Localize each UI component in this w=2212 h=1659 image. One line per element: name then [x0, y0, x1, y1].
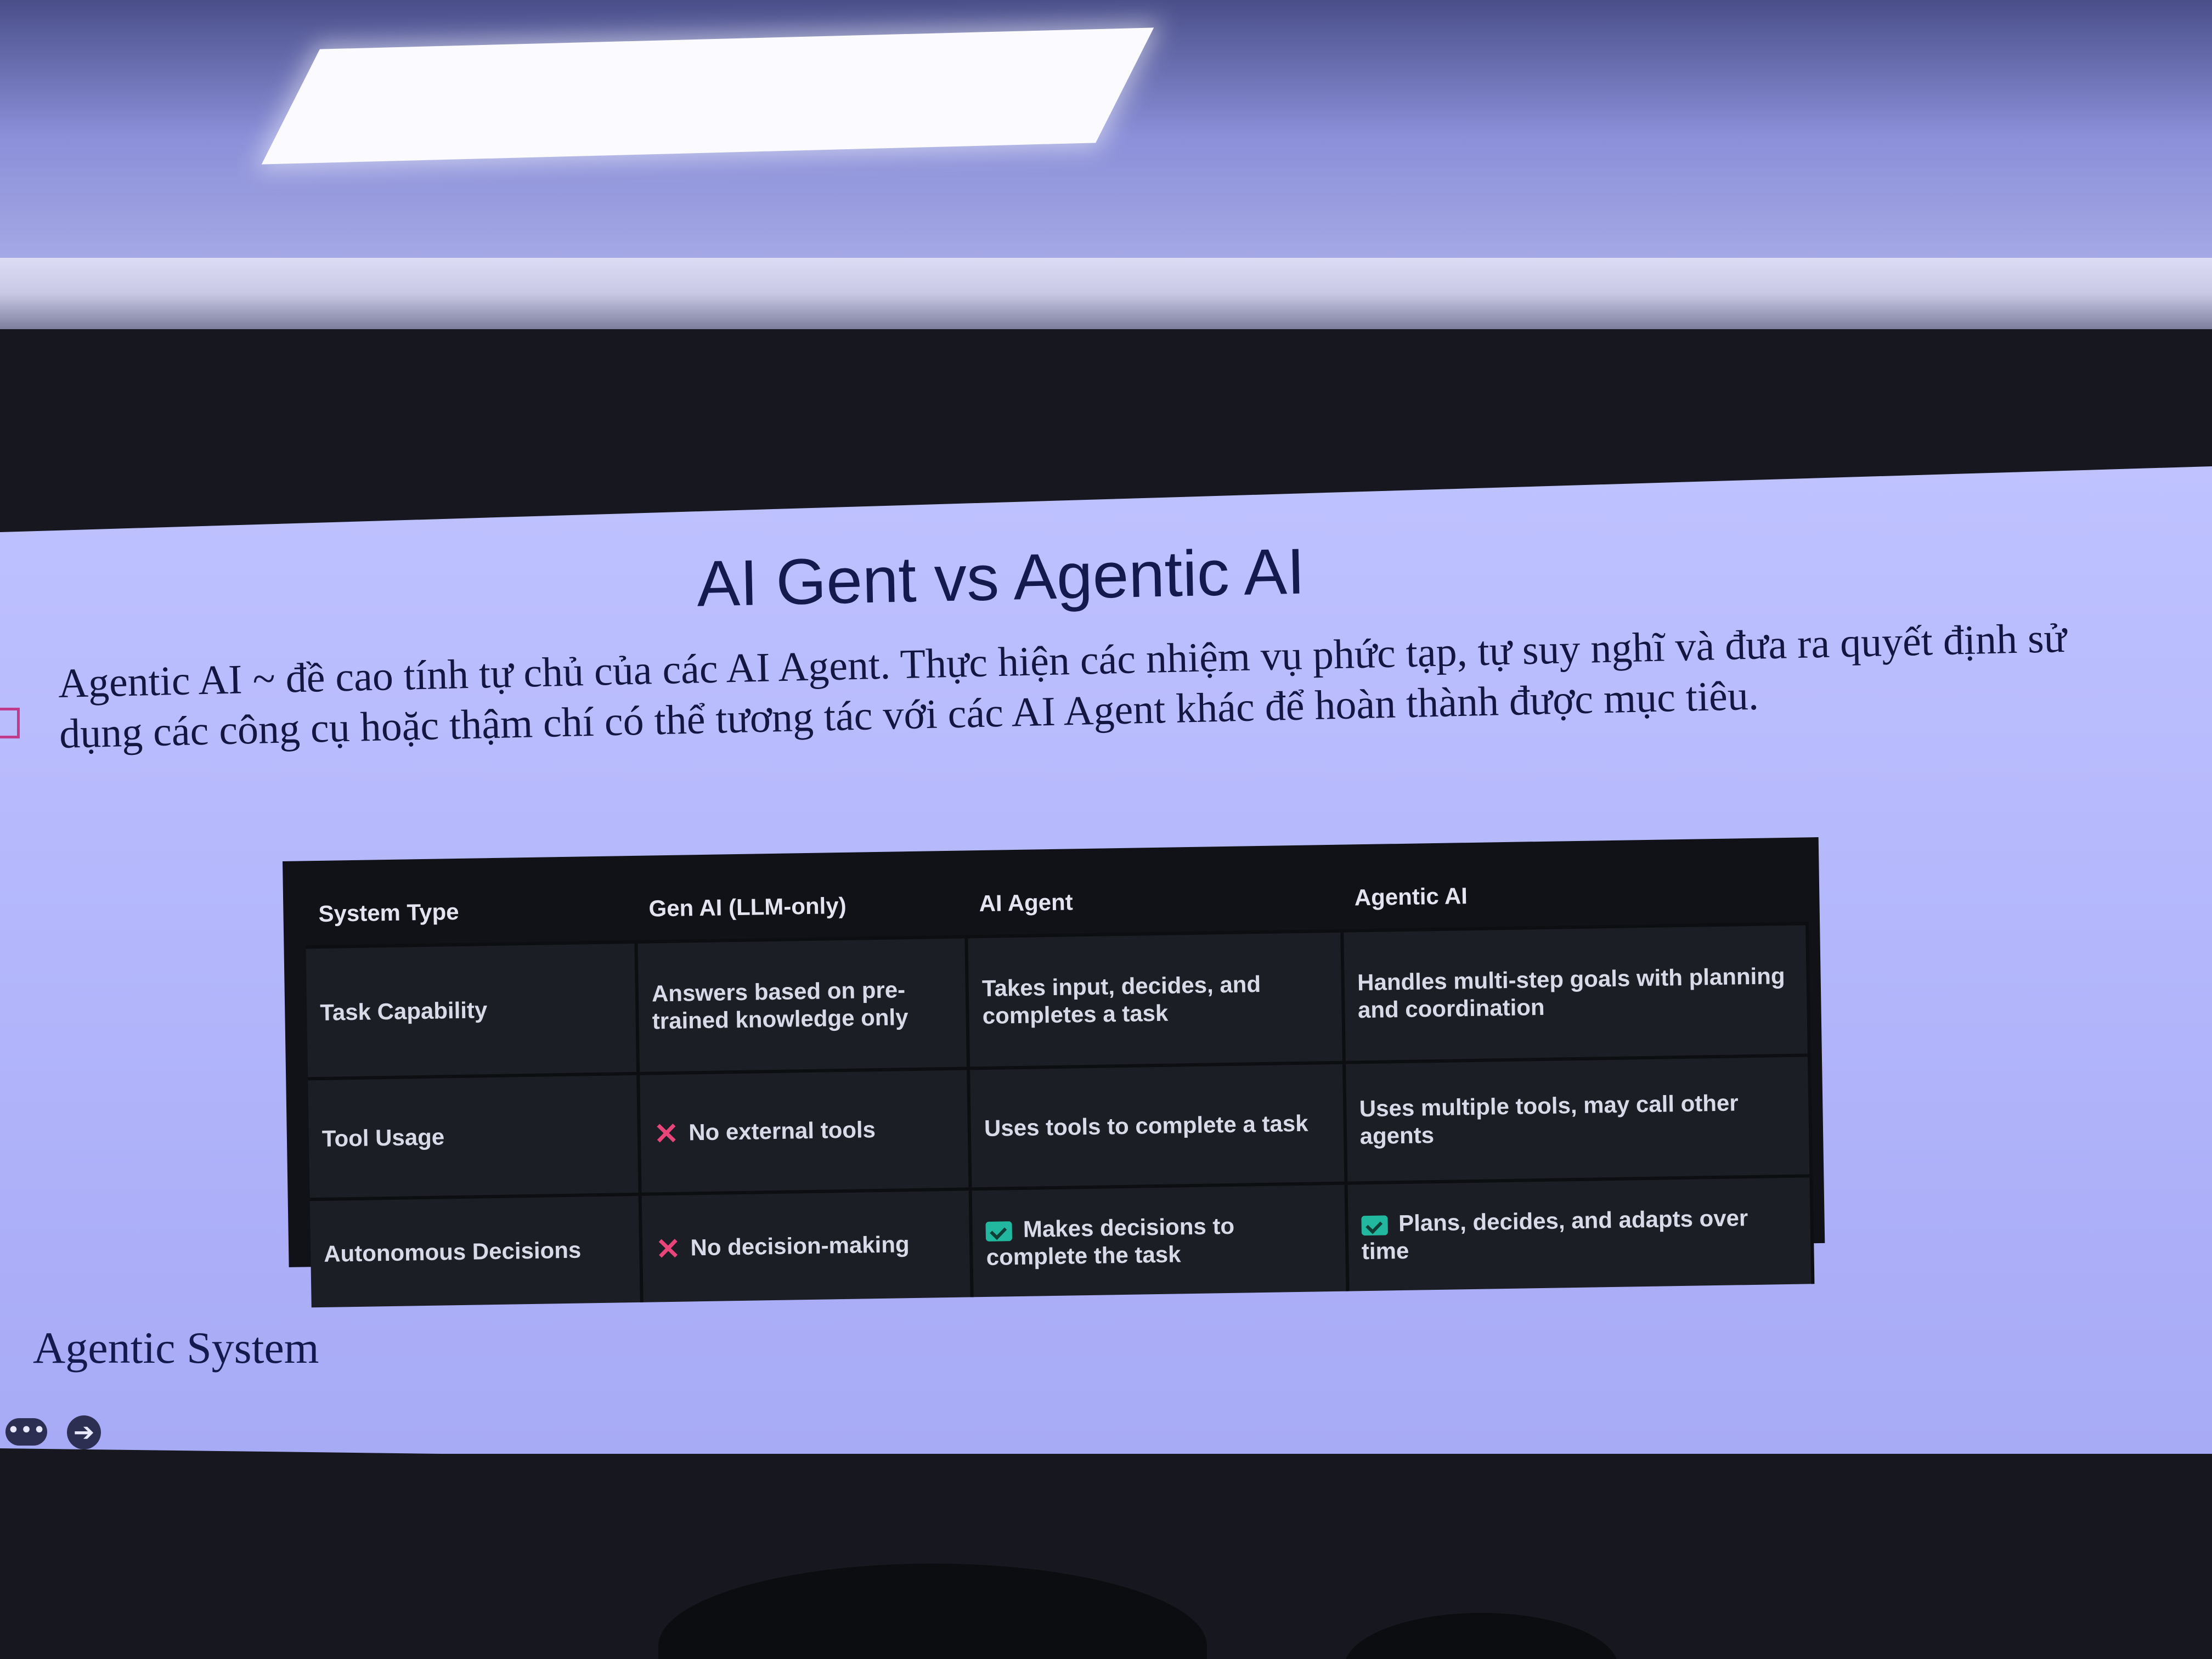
- table-row: Task Capability Answers based on pre-tra…: [306, 923, 1809, 1079]
- row-label: Task Capability: [306, 941, 639, 1079]
- cross-icon: ✕: [653, 1118, 679, 1151]
- cell-gen-ai: ✕ No decision-making: [640, 1189, 972, 1302]
- header-gen-ai: Gen AI (LLM-only): [635, 872, 967, 942]
- cell-ai-agent: Takes input, decides, and completes a ta…: [966, 930, 1344, 1069]
- cell-agentic-ai: Uses multiple tools, may call other agen…: [1344, 1055, 1812, 1183]
- cell-text: No external tools: [688, 1116, 876, 1145]
- header-ai-agent: AI Agent: [965, 866, 1342, 937]
- check-icon: [985, 1221, 1013, 1242]
- footer-label: Agentic System: [33, 1323, 319, 1373]
- check-icon: [1361, 1215, 1388, 1236]
- cell-gen-ai: Answers based on pre-trained knowledge o…: [636, 936, 969, 1074]
- cell-ai-agent: Uses tools to complete a task: [968, 1062, 1346, 1189]
- header-system-type: System Type: [304, 877, 636, 947]
- cell-ai-agent: Makes decisions to complete the task: [970, 1183, 1348, 1297]
- header-agentic-ai: Agentic AI: [1340, 859, 1808, 931]
- photo-scene: AI Gent vs Agentic AI Agentic AI ~ đề ca…: [0, 0, 2212, 1659]
- comparison-table: System Type Gen AI (LLM-only) AI Agent A…: [283, 837, 1825, 1308]
- table-row: Tool Usage ✕ No external tools Uses tools…: [308, 1055, 1812, 1200]
- bullet-icon: [0, 708, 20, 738]
- row-label: Tool Usage: [308, 1073, 640, 1200]
- cell-agentic-ai: Handles multi-step goals with planning a…: [1341, 923, 1809, 1063]
- row-label: Autonomous Decisions: [309, 1194, 642, 1308]
- more-options-icon[interactable]: •••: [5, 1418, 47, 1446]
- cross-icon: ✕: [655, 1233, 681, 1266]
- cell-text: No decision-making: [690, 1231, 910, 1260]
- cell-text: Plans, decides, and adapts over time: [1361, 1205, 1748, 1265]
- ceiling-light: [261, 27, 1154, 165]
- next-slide-icon[interactable]: ➔: [67, 1415, 101, 1449]
- cell-agentic-ai: Plans, decides, and adapts over time: [1345, 1176, 1813, 1291]
- cell-text: Makes decisions to complete the task: [986, 1212, 1235, 1270]
- cell-gen-ai: ✕ No external tools: [638, 1068, 970, 1194]
